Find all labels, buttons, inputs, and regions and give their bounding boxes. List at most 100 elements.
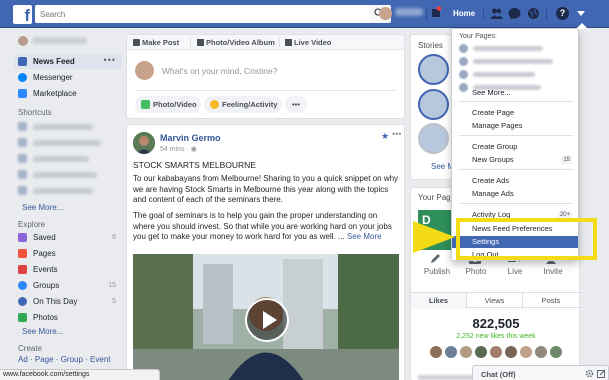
marketplace-icon — [18, 89, 27, 98]
sidebar-item-news-feed[interactable]: News Feed ••• — [14, 54, 122, 69]
messenger-icon[interactable] — [508, 7, 521, 20]
publish-button[interactable]: Publish — [417, 254, 457, 276]
menu-new-groups[interactable]: New Groups 15 — [452, 154, 578, 166]
more-options-button[interactable]: ••• — [285, 96, 307, 113]
profile-avatar[interactable] — [379, 7, 392, 20]
messenger-icon — [18, 73, 27, 82]
friend-requests-icon[interactable] — [490, 7, 503, 20]
avatar[interactable] — [459, 345, 473, 359]
explore-heading: Explore — [18, 220, 46, 229]
more-options-icon[interactable]: ••• — [104, 55, 116, 65]
sidebar-item-count: 6 — [112, 234, 116, 241]
help-icon[interactable]: ? — [556, 7, 569, 20]
photos-icon — [18, 313, 27, 322]
left-nav-profile[interactable] — [18, 36, 120, 48]
post-author-link[interactable]: Marvin Germo — [160, 133, 221, 143]
menu-create-page[interactable]: Create Page — [452, 107, 578, 119]
tab-likes[interactable]: Likes — [411, 293, 467, 309]
shortcut-icon[interactable] — [18, 170, 27, 179]
avatar[interactable] — [549, 345, 563, 359]
live-button[interactable]: Live — [495, 255, 535, 276]
photo-icon — [141, 100, 150, 109]
tab-posts[interactable]: Posts — [523, 293, 579, 309]
photo-album-icon — [197, 39, 204, 46]
shortcut-item[interactable] — [33, 124, 93, 130]
photo-button[interactable]: Photo — [456, 256, 496, 276]
avatar[interactable] — [534, 345, 548, 359]
avatar[interactable] — [429, 345, 443, 359]
create-icon[interactable] — [431, 6, 441, 18]
avatar[interactable] — [133, 132, 155, 154]
tab-photo-video-album[interactable]: Photo/Video Album — [197, 38, 275, 47]
invite-button[interactable]: Invite — [533, 253, 573, 276]
menu-page-item[interactable] — [459, 69, 574, 81]
shortcuts-see-more-link[interactable]: See More... — [22, 203, 63, 212]
gear-icon[interactable] — [585, 369, 594, 378]
favorite-star-icon[interactable]: ★ — [381, 131, 389, 142]
sidebar-item-photos[interactable]: Photos — [14, 310, 122, 325]
menu-manage-pages[interactable]: Manage Pages — [452, 120, 578, 132]
create-links[interactable]: Ad · Page · Group · Event — [18, 355, 111, 364]
tab-live-video[interactable]: Live Video — [285, 38, 331, 47]
menu-see-more[interactable]: See More... — [452, 87, 578, 99]
tab-views[interactable]: Views — [467, 293, 523, 309]
new-likes-text: 2,252 new likes this week — [456, 333, 536, 340]
story-avatar[interactable] — [418, 123, 449, 154]
shortcut-icon[interactable] — [18, 122, 27, 131]
sidebar-item-pages[interactable]: Pages — [14, 246, 122, 261]
play-button-icon[interactable] — [245, 298, 289, 342]
sidebar-item-on-this-day[interactable]: On This Day 5 — [14, 294, 122, 309]
menu-create-group[interactable]: Create Group — [452, 141, 578, 153]
sidebar-item-events[interactable]: Events — [14, 262, 122, 277]
shortcut-item[interactable] — [33, 156, 89, 162]
notifications-globe-icon[interactable] — [527, 7, 540, 20]
story-avatar[interactable] — [418, 89, 449, 120]
divider — [135, 90, 397, 91]
page-name-blurred — [473, 46, 543, 51]
shortcut-item[interactable] — [33, 172, 97, 178]
shortcut-item[interactable] — [33, 188, 93, 194]
menu-manage-ads[interactable]: Manage Ads — [452, 188, 578, 200]
feeling-activity-button[interactable]: Feeling/Activity — [204, 96, 282, 113]
sidebar-item-messenger[interactable]: Messenger — [14, 70, 122, 85]
compose-icon[interactable] — [597, 369, 606, 378]
status-input[interactable]: What's on your mind, Cristine? — [162, 66, 277, 76]
sidebar-item-saved[interactable]: Saved 6 — [14, 230, 122, 245]
story-avatar[interactable] — [418, 54, 449, 85]
shortcut-item[interactable] — [33, 140, 101, 146]
shortcut-icon[interactable] — [18, 138, 27, 147]
avatar[interactable] — [504, 345, 518, 359]
see-more-link[interactable]: See More — [347, 232, 382, 241]
avatar[interactable] — [489, 345, 503, 359]
post-video[interactable] — [133, 254, 399, 380]
new-groups-badge: 15 — [561, 156, 572, 164]
profile-name-blurred[interactable] — [395, 8, 423, 16]
menu-create-ads[interactable]: Create Ads — [452, 175, 578, 187]
saved-icon — [18, 233, 27, 242]
pencil-icon — [133, 39, 140, 46]
menu-page-item[interactable] — [459, 56, 574, 68]
divider — [279, 38, 280, 47]
explore-see-more-link[interactable]: See More... — [22, 327, 63, 336]
sidebar-item-marketplace[interactable]: Marketplace — [14, 86, 122, 101]
shortcut-icon[interactable] — [18, 154, 27, 163]
avatar[interactable] — [474, 345, 488, 359]
avatar[interactable] — [444, 345, 458, 359]
page-name-blurred — [473, 72, 535, 77]
groups-icon — [18, 281, 27, 290]
post-options-icon[interactable]: ••• — [392, 129, 401, 139]
chat-bar[interactable]: Chat (Off) — [472, 365, 609, 380]
shortcut-icon[interactable] — [18, 186, 27, 195]
facebook-logo[interactable]: f — [13, 5, 32, 24]
post-timestamp[interactable]: 54 mins · ◉ — [160, 145, 197, 153]
account-menu-caret-icon[interactable] — [577, 11, 585, 16]
search-input[interactable] — [35, 5, 369, 23]
blurred-text — [418, 375, 478, 380]
divider — [426, 8, 427, 20]
avatar[interactable] — [519, 345, 533, 359]
home-link[interactable]: Home — [453, 9, 475, 18]
tab-make-post[interactable]: Make Post — [133, 38, 179, 47]
photo-video-button[interactable]: Photo/Video — [135, 96, 201, 113]
menu-page-item[interactable] — [459, 43, 574, 55]
sidebar-item-groups[interactable]: Groups 15 — [14, 278, 122, 293]
